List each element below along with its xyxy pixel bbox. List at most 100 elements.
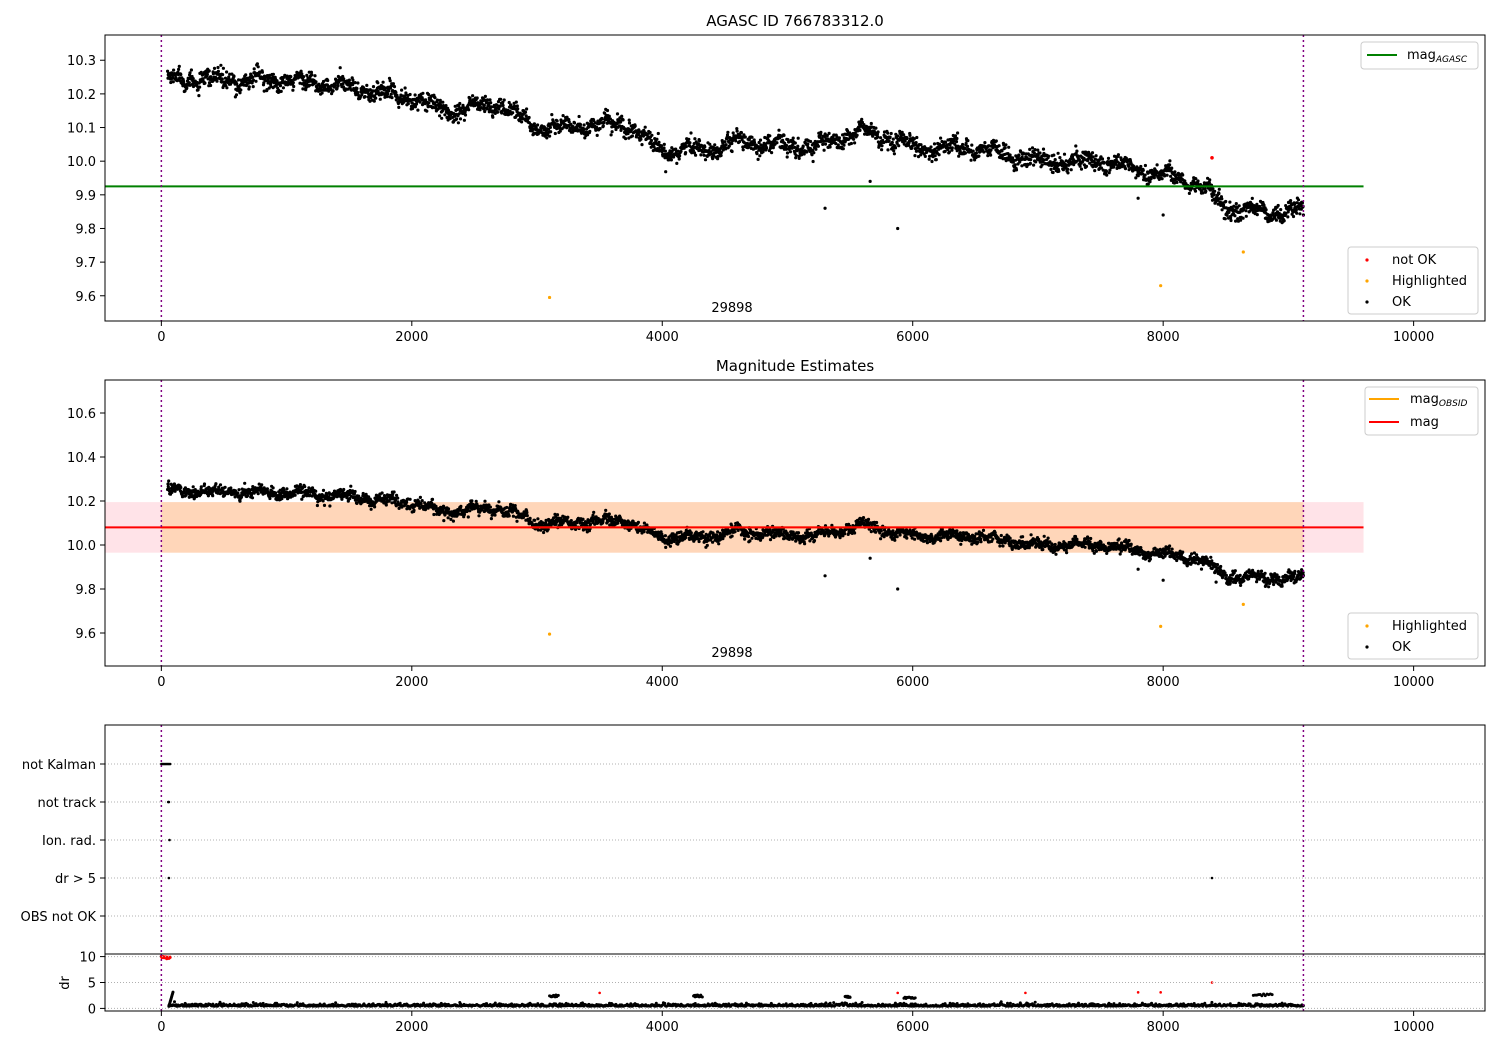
ok-point [412,508,416,512]
ok-point [678,154,682,158]
ok-point [725,133,730,137]
ok-point [1241,216,1245,220]
ok-point [355,86,359,91]
ok-point [879,136,883,140]
ok-point [788,150,793,154]
ok-point [326,78,330,83]
ok-point [550,113,554,117]
ok-point [1276,203,1280,208]
ok-point [1105,173,1109,177]
ok-point [950,146,954,150]
ok-point [886,148,890,152]
ok-point [821,142,825,146]
ok-point [752,140,757,144]
ok-point [663,149,668,153]
ok-point [689,531,693,535]
ok-point [756,157,760,161]
ok-point [561,114,565,118]
ok-point [598,127,602,131]
ok-point [887,139,891,143]
ok-point [421,91,425,95]
ok-point [527,115,531,120]
ok-point [1066,171,1070,175]
ok-point [828,145,832,149]
ok-point [1208,178,1212,182]
ok-point [860,117,864,121]
ok-point [674,147,678,151]
ok-point [684,151,688,155]
ok-point [376,81,380,85]
ok-point [822,148,826,152]
ok-point [303,485,307,489]
ok-point [1069,168,1073,172]
ok-point [188,71,192,75]
ok-point [1220,208,1224,212]
ok-point [1028,147,1032,151]
ok-point [1090,151,1095,155]
legend-marker-not-ok [1365,258,1369,262]
ok-point [321,499,325,503]
ok-point [655,137,659,141]
ok-point [553,131,557,136]
ok-point [435,98,440,102]
ok-point [997,144,1001,148]
ok-point [457,112,461,116]
ok-point [768,538,773,542]
ok-point [215,79,219,83]
ok-point [1007,145,1011,149]
ok-point [650,133,654,137]
ok-point [349,484,353,488]
ok-point [225,86,229,90]
ok-point [1155,163,1159,167]
ok-point [408,497,412,501]
ok-point [1143,173,1147,177]
panel-1-legend-lines: magAGASC [1360,41,1479,70]
ok-point [770,151,774,155]
ok-point [970,143,974,147]
ok-point [525,510,529,515]
ok-point [1255,213,1259,217]
legend-marker-highlighted [1365,279,1369,283]
ok-point [372,99,376,103]
ok-point [777,128,781,132]
ok-point [733,530,737,534]
y-tick-label: 10.0 [67,155,96,170]
ok-point [954,140,959,144]
ok-point [1160,177,1164,181]
ok-point [1223,217,1227,221]
ok-point [627,118,631,122]
ok-point [483,109,487,114]
ok-point [581,517,585,521]
ok-point [858,128,862,132]
ok-point [620,114,624,118]
ok-point [688,141,692,145]
ok-point [897,144,901,148]
ok-point [965,144,970,148]
ok-point [250,496,255,500]
ok-point [693,137,697,141]
ok-point [1229,218,1233,223]
x-tick-label: 10000 [1393,330,1434,345]
ok-point [677,157,681,161]
ok-point [886,131,890,135]
ok-point [292,84,296,89]
ok-point [256,492,260,496]
ok-point [1212,193,1216,197]
ok-point [1244,209,1248,213]
ok-point [1093,169,1097,173]
ok-point [1196,179,1200,183]
ok-point [889,131,893,136]
ok-point [600,117,604,121]
ok-point [392,85,397,89]
ok-point [719,153,723,158]
ok-point [823,142,828,146]
ok-point [216,69,220,73]
ok-point [315,503,319,508]
ok-point [442,519,446,523]
ok-point [1058,156,1062,160]
ok-point [669,158,674,162]
ok-point [179,72,183,77]
ok-point [791,136,795,140]
ok-point [1224,199,1228,204]
ok-point [239,88,243,92]
